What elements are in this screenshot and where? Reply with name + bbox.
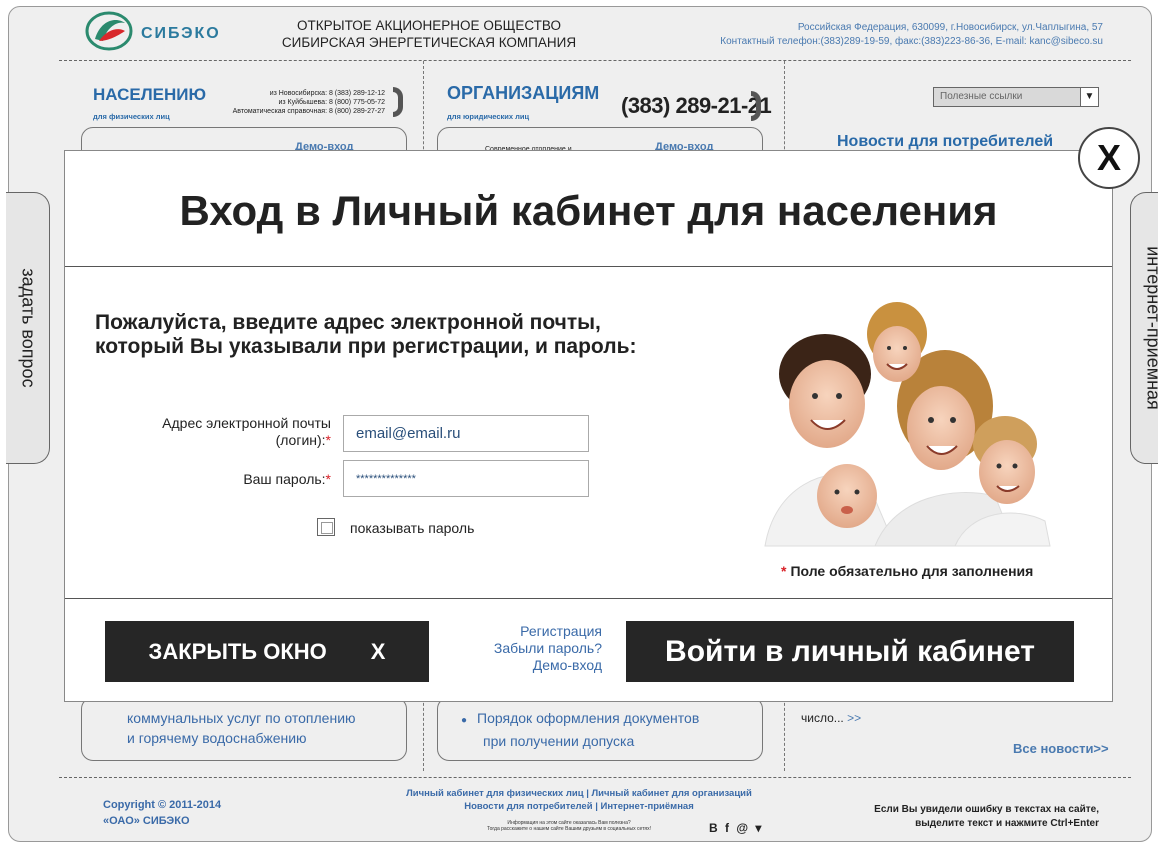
header-contacts: Российская Федерация, 630099, г.Новосиби… (720, 21, 1103, 49)
share-prompt: Информация на этом сайте оказалась Вам п… (449, 820, 689, 832)
footer-links-line[interactable]: Личный кабинет для физических лиц | Личн… (379, 787, 779, 800)
register-link[interactable]: Регистрация (445, 623, 602, 640)
internet-reception-tab[interactable]: интернет-приемная (1130, 192, 1158, 464)
phone-line: Автоматическая справочная: 8 (800) 289-2… (232, 108, 385, 115)
close-window-label: ЗАКРЫТЬ ОКНО (148, 638, 327, 664)
share-prompt-line: Тогда расскажите о нашем сайте Вашим дру… (486, 826, 652, 832)
required-mark: * (325, 432, 331, 448)
required-mark: * (781, 563, 787, 579)
required-field-note: * Поле обязательно для заполнения (781, 563, 1033, 579)
list-line: коммунальных услуг по отоплению (127, 710, 356, 726)
sibeco-logo[interactable]: СИБЭКО (85, 11, 235, 57)
footer-links-line[interactable]: Новости для потребителей | Интернет-приё… (379, 800, 779, 813)
login-instruction: Пожалуйста, введите адрес электронной по… (95, 311, 636, 359)
logo-mark-icon (85, 11, 133, 51)
password-label: Ваш пароль:* (115, 471, 331, 488)
footer-divider (59, 777, 1131, 778)
instruction-line: Пожалуйста, введите адрес электронной по… (95, 311, 601, 334)
organizations-subtitle: для юридических лиц (447, 112, 530, 121)
all-news-link[interactable]: Все новости>> (1013, 741, 1109, 756)
internet-reception-label: интернет-приемная (1143, 246, 1158, 410)
population-title[interactable]: НАСЕЛЕНИЮ (93, 85, 206, 105)
list-line: и горячему водоснабжению (127, 730, 307, 746)
bracket-decoration (393, 87, 403, 117)
list-line: ● Порядок оформления документов (461, 710, 700, 726)
instruction-line: который Вы указывали при регистрации, и … (95, 335, 637, 358)
organizations-title[interactable]: ОРГАНИЗАЦИЯМ (447, 83, 599, 104)
error-note-line: Если Вы увидели ошибку в текстах на сайт… (874, 804, 1099, 815)
email-label: Адрес электронной почты (логин):* (115, 415, 331, 449)
forgot-password-link[interactable]: Забыли пароль? (445, 640, 602, 657)
login-button[interactable]: Войти в личный кабинет (626, 621, 1074, 682)
show-password-checkbox[interactable] (317, 518, 335, 536)
logo-text: СИБЭКО (141, 25, 221, 42)
list-line: при получении допуска (483, 733, 635, 749)
news-item-text: число... (801, 711, 844, 725)
news-more-link[interactable]: >> (847, 711, 861, 725)
list-line-text: Порядок оформления документов (477, 710, 700, 726)
phone-line: из Куйбышева: 8 (800) 775-05-72 (278, 99, 385, 106)
select-value: Полезные ссылки (940, 91, 1023, 102)
copyright-line: Copyright © 2011-2014 (103, 799, 222, 811)
company-name: ОТКРЫТОЕ АКЦИОНЕРНОЕ ОБЩЕСТВО СИБИРСКАЯ … (259, 17, 599, 51)
modal-title: Вход в Личный кабинет для населения (179, 187, 998, 234)
email-label-line: Адрес электронной почты (162, 415, 331, 431)
family-photo (755, 296, 1055, 556)
ask-question-tab[interactable]: задать вопрос (6, 192, 50, 464)
footer-links[interactable]: Личный кабинет для физических лиц | Личн… (379, 787, 779, 813)
modal-divider (65, 266, 1112, 267)
population-phones: из Новосибирска: 8 (383) 289-12-12 из Ку… (199, 89, 385, 116)
news-item-tail[interactable]: число... >> (801, 711, 861, 725)
company-line-2: СИБИРСКАЯ ЭНЕРГЕТИЧЕСКАЯ КОМПАНИЯ (281, 35, 577, 50)
login-modal: Вход в Личный кабинет для населения Пожа… (64, 150, 1113, 702)
useful-links-select[interactable]: Полезные ссылки ▼ (933, 87, 1099, 107)
dropdown-arrow-icon[interactable]: ▼ (1080, 88, 1098, 106)
organizations-phone: (383) 289-21-21 (621, 93, 772, 118)
error-note-line: выделите текст и нажмите Ctrl+Enter (915, 818, 1099, 829)
population-subtitle: для физических лиц (93, 112, 170, 121)
error-report-note: Если Вы увидели ошибку в текстах на сайт… (874, 803, 1099, 831)
modal-divider (65, 598, 1112, 599)
population-list-item[interactable]: коммунальных услуг по отоплению и горяче… (127, 708, 356, 748)
required-mark: * (325, 471, 331, 487)
organizations-list-item[interactable]: ● Порядок оформления документов при получ… (461, 708, 699, 751)
ask-question-label: задать вопрос (18, 268, 38, 388)
company-line-1: ОТКРЫТОЕ АКЦИОНЕРНОЕ ОБЩЕСТВО (297, 18, 561, 33)
email-label-line: (логин): (275, 432, 326, 448)
password-field[interactable] (343, 460, 589, 497)
close-window-button[interactable]: ЗАКРЫТЬ ОКНО X (105, 621, 429, 682)
header-divider (59, 60, 1131, 61)
close-icon: X (370, 638, 386, 664)
copyright-line: «ОАО» СИБЭКО (103, 815, 190, 827)
show-password-label[interactable]: показывать пароль (350, 520, 474, 536)
copyright: Copyright © 2011-2014 «ОАО» СИБЭКО (103, 797, 221, 829)
demo-login-link[interactable]: Демо-вход (445, 657, 602, 674)
news-title[interactable]: Новости для потребителей (837, 133, 1053, 151)
close-modal-icon[interactable]: X (1078, 127, 1140, 189)
auth-links: Регистрация Забыли пароль? Демо-вход (445, 623, 602, 674)
required-note-text: Поле обязательно для заполнения (790, 563, 1034, 579)
address-text: Российская Федерация, 630099, г.Новосиби… (797, 22, 1103, 33)
password-label-text: Ваш пароль: (243, 471, 326, 487)
phone-line: из Новосибирска: 8 (383) 289-12-12 (269, 90, 385, 97)
email-field[interactable] (343, 415, 589, 452)
social-share-icons[interactable]: B f @ ▾ (709, 821, 763, 835)
contacts-text: Контактный телефон:(383)289-19-59, факс:… (720, 36, 1103, 47)
